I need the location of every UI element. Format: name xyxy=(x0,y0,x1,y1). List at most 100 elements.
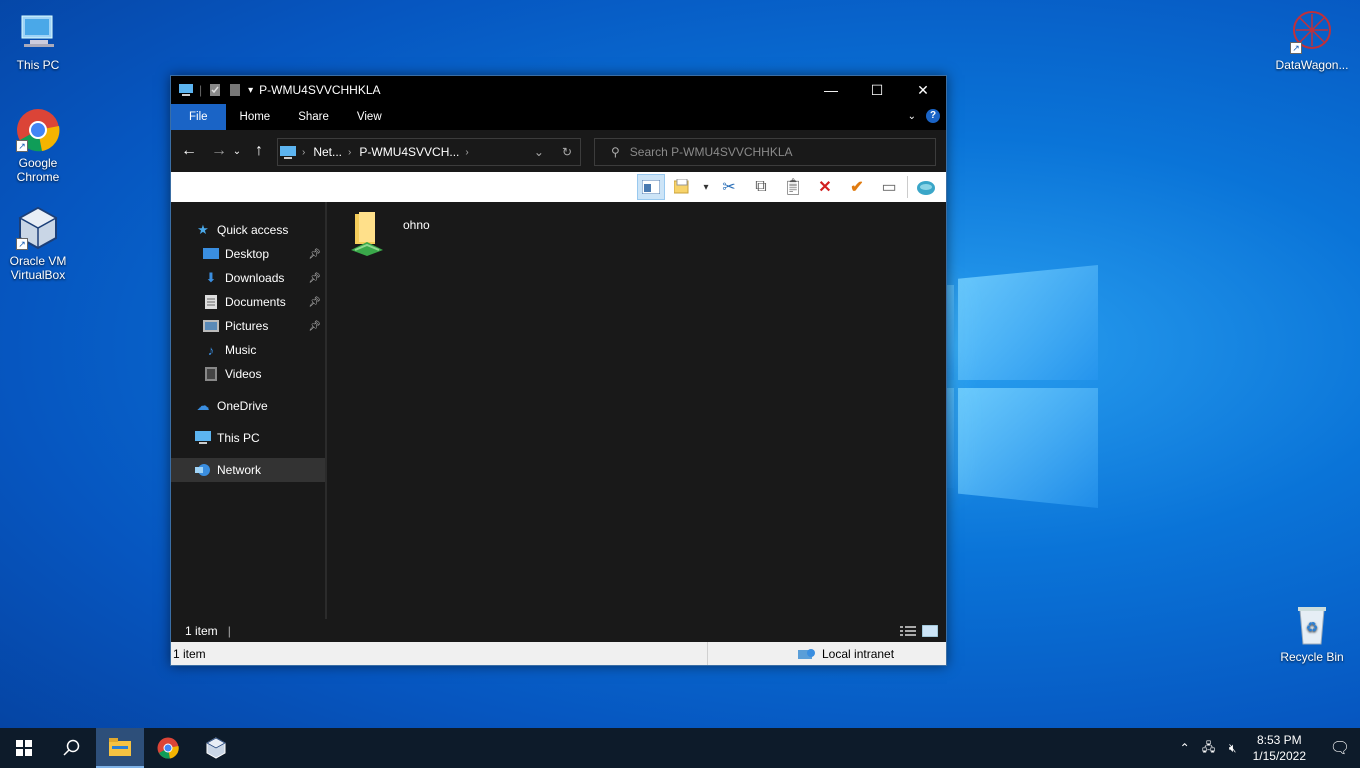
document-icon xyxy=(203,294,219,310)
back-button[interactable]: ← xyxy=(177,139,201,163)
quick-access-toolbar: | ▾ xyxy=(171,83,253,97)
videos-icon xyxy=(203,366,219,382)
taskbar-chrome[interactable] xyxy=(144,728,192,768)
notification-center-icon[interactable]: 🗨︎ xyxy=(1320,738,1360,758)
search-button[interactable] xyxy=(48,728,96,768)
computer-icon xyxy=(179,84,193,96)
desktop-icon-this-pc[interactable]: This PC xyxy=(0,10,76,72)
tab-home[interactable]: Home xyxy=(226,104,285,130)
search-icon: ⚲ xyxy=(611,145,620,159)
desktop-icon-recycle-bin[interactable]: ♻ Recycle Bin xyxy=(1274,602,1350,664)
sidebar-item-videos[interactable]: Videos xyxy=(171,362,325,386)
desktop-icon-label: Google Chrome xyxy=(16,156,60,184)
maximize-button[interactable]: ☐ xyxy=(854,76,900,104)
sidebar-item-label: Quick access xyxy=(217,223,289,237)
show-hidden-icons-icon[interactable]: ⌃ xyxy=(1173,741,1197,755)
local-intranet-icon xyxy=(798,648,815,659)
download-icon: ⬇ xyxy=(205,270,217,285)
breadcrumb-separator: › xyxy=(465,146,469,158)
sidebar-item-pictures[interactable]: Pictures 📌︎ xyxy=(171,314,325,338)
details-view-icon[interactable] xyxy=(900,625,916,637)
expand-ribbon-icon[interactable]: ⌄ xyxy=(908,111,916,122)
computer-icon xyxy=(16,10,60,54)
pin-icon[interactable]: 📌︎ xyxy=(308,297,321,308)
rename-icon[interactable]: ▭ xyxy=(875,174,903,200)
paste-icon[interactable]: 📋︎ xyxy=(779,174,807,200)
pin-icon[interactable]: 📌︎ xyxy=(308,321,321,332)
address-dropdown-icon[interactable]: ⌄ xyxy=(534,145,544,159)
cut-icon[interactable]: ✂ xyxy=(715,174,743,200)
sidebar-item-desktop[interactable]: Desktop 📌︎ xyxy=(171,242,325,266)
desktop-icon-label: This PC xyxy=(16,58,60,72)
close-button[interactable]: ✕ xyxy=(900,76,946,104)
sidebar-item-downloads[interactable]: ⬇ Downloads 📌︎ xyxy=(171,266,325,290)
sidebar-item-music[interactable]: ♪ Music xyxy=(171,338,325,362)
network-icon xyxy=(195,462,211,478)
sidebar-item-label: Pictures xyxy=(225,319,269,333)
svg-text:♻: ♻ xyxy=(1306,619,1319,635)
item-count-bottom: 1 item xyxy=(173,646,206,661)
search-input[interactable]: Search P-WMU4SVVCHHKLA xyxy=(630,145,793,159)
new-folder-icon[interactable] xyxy=(228,83,242,97)
pin-icon[interactable]: 📌︎ xyxy=(308,273,321,284)
preview-pane-icon[interactable] xyxy=(637,174,665,200)
tab-file[interactable]: File xyxy=(171,104,226,130)
tab-share[interactable]: Share xyxy=(284,104,343,130)
sidebar-item-label: Network xyxy=(217,463,262,477)
minimize-button[interactable]: — xyxy=(808,76,854,104)
search-box[interactable]: ⚲ Search P-WMU4SVVCHHKLA xyxy=(594,138,936,166)
cloud-icon: ☁ xyxy=(196,398,210,413)
large-icons-view-icon[interactable] xyxy=(922,624,938,637)
folder-icon xyxy=(109,738,131,756)
sidebar-item-documents[interactable]: Documents 📌︎ xyxy=(171,290,325,314)
customize-qat-icon[interactable]: ▾ xyxy=(248,85,253,96)
pin-icon[interactable]: 📌︎ xyxy=(308,249,321,260)
taskbar-virtualbox[interactable] xyxy=(192,728,240,768)
sidebar-item-this-pc[interactable]: This PC xyxy=(171,426,325,450)
copy-icon[interactable]: ⧉ xyxy=(747,174,775,200)
list-item[interactable]: ohno xyxy=(347,210,430,258)
toolbar-separator xyxy=(907,176,908,198)
breadcrumb-computer[interactable]: P-WMU4SVVCH... xyxy=(359,145,459,159)
security-zone: Local intranet xyxy=(822,646,895,661)
desktop-icon-google-chrome[interactable]: ↗ Google Chrome xyxy=(0,108,76,184)
start-button[interactable] xyxy=(0,728,48,768)
tab-view[interactable]: View xyxy=(343,104,396,130)
properties-icon[interactable] xyxy=(208,83,222,97)
navigation-pane: ★ Quick access Desktop 📌︎ ⬇ Downloads 📌︎… xyxy=(171,202,327,619)
navigation-bar: ← → ⌄ ↑ › Net... › P-WMU4SVVCH... › ⌄ ↻ … xyxy=(171,130,946,172)
shared-folder-icon xyxy=(351,212,383,256)
taskbar-file-explorer[interactable] xyxy=(96,728,144,768)
volume-muted-icon[interactable]: 🔇︎ xyxy=(1221,741,1245,756)
dropdown-icon[interactable]: ▾ xyxy=(701,174,711,200)
network-status-icon[interactable]: 🖧︎ xyxy=(1197,738,1221,759)
window-title: P-WMU4SVVCHHKLA xyxy=(259,83,381,97)
sidebar-item-quick-access[interactable]: ★ Quick access xyxy=(171,218,325,242)
recent-locations-button[interactable]: ⌄ xyxy=(231,139,243,163)
title-bar[interactable]: | ▾ P-WMU4SVVCHHKLA — ☐ ✕ xyxy=(171,76,946,104)
clock-date: 1/15/2022 xyxy=(1252,749,1306,763)
sidebar-item-onedrive[interactable]: ☁ OneDrive xyxy=(171,394,325,418)
sidebar-item-label: Music xyxy=(225,343,257,357)
recycle-bin-icon: ♻ xyxy=(1290,602,1334,646)
delete-icon[interactable]: ✕ xyxy=(811,174,839,200)
file-list[interactable]: ohno xyxy=(327,202,946,619)
refresh-icon[interactable]: ↻ xyxy=(562,145,572,159)
classic-status-bar: 1 item Local intranet xyxy=(171,642,946,665)
desktop-icon-datawagon[interactable]: ↗ DataWagon... xyxy=(1274,10,1350,72)
desktop-icon-virtualbox[interactable]: ↗ Oracle VM VirtualBox xyxy=(0,206,76,282)
forward-button[interactable]: → xyxy=(207,139,231,163)
globe-icon[interactable] xyxy=(912,174,940,200)
properties-icon[interactable] xyxy=(669,174,697,200)
up-button[interactable]: ↑ xyxy=(247,139,271,163)
clock[interactable]: 8:53 PM 1/15/2022 xyxy=(1253,732,1306,764)
separator: | xyxy=(227,623,231,638)
system-tray: ⌃ 🖧︎ 🔇︎ 8:53 PM 1/15/2022 🗨︎ xyxy=(1173,728,1360,768)
sidebar-item-network[interactable]: Network xyxy=(171,458,325,482)
help-button[interactable]: ? xyxy=(926,109,940,123)
search-icon xyxy=(63,739,80,756)
checkmark-icon[interactable]: ✔ xyxy=(843,174,871,200)
address-bar[interactable]: › Net... › P-WMU4SVVCH... › ⌄ ↻ xyxy=(277,138,581,166)
breadcrumb-network[interactable]: Net... xyxy=(313,145,342,159)
separator: | xyxy=(199,83,203,97)
